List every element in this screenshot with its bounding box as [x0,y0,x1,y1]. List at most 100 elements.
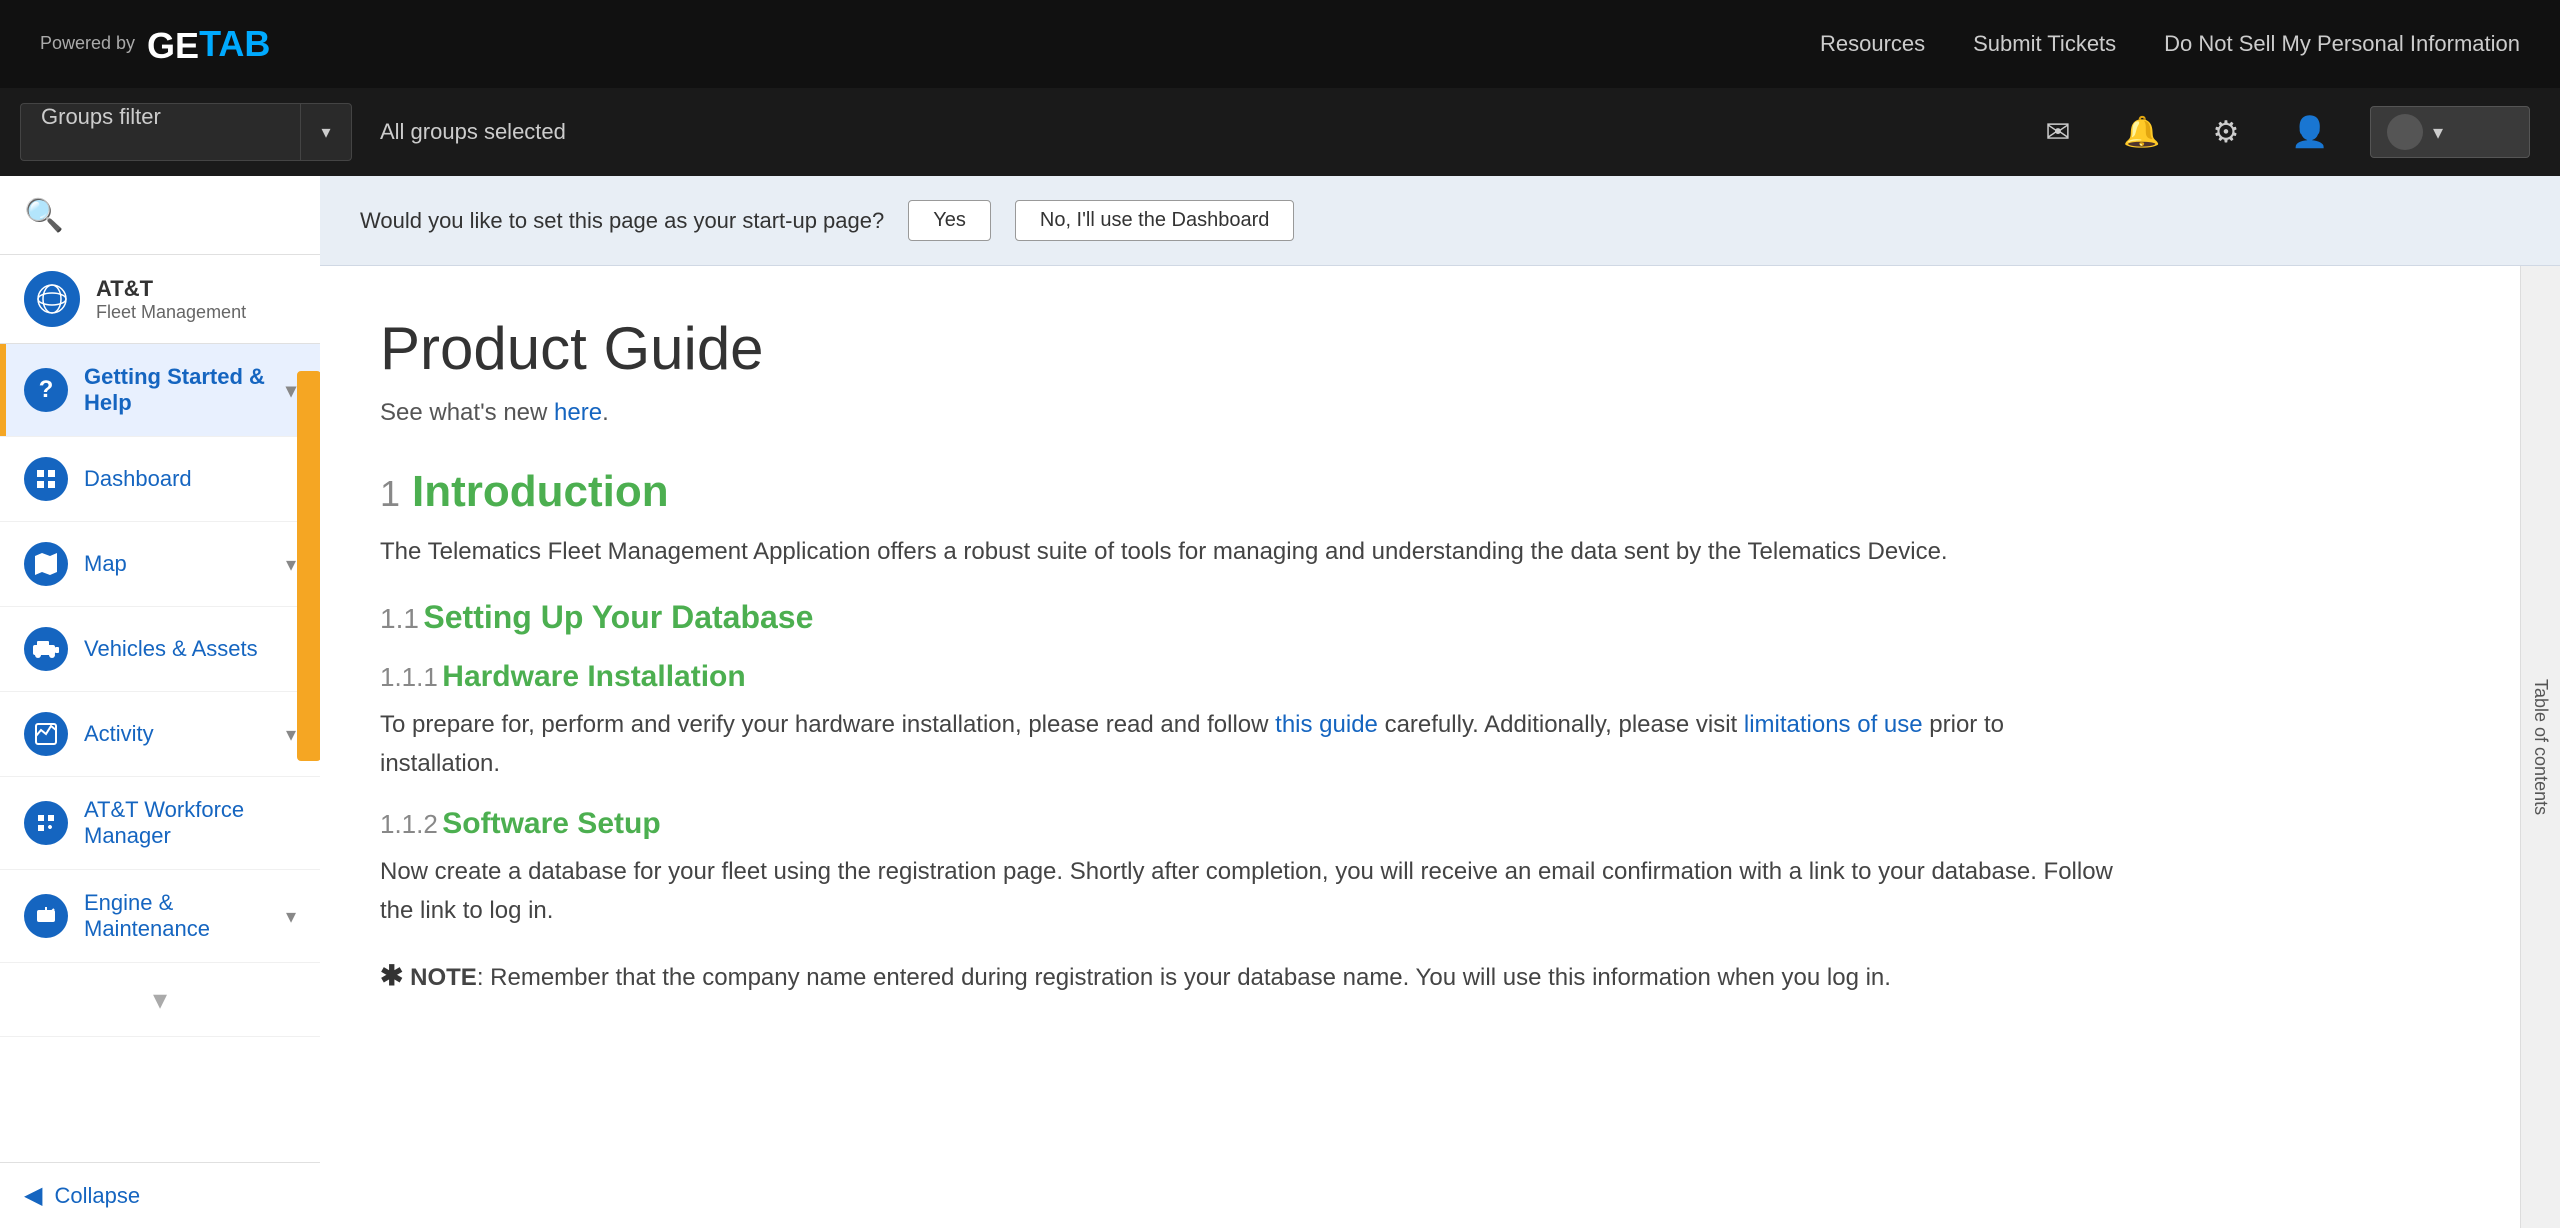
chevron-down-icon: ▾ [2433,120,2443,145]
sidebar-scroll-indicator [297,371,320,761]
chevron-down-icon: ▾ [286,378,296,403]
sidebar-item-label: Activity [84,721,286,747]
bell-icon: 🔔 [2123,115,2160,150]
startup-question: Would you like to set this page as your … [360,208,884,234]
vehicles-icon [24,627,68,671]
sidebar-item-dashboard[interactable]: Dashboard [0,437,320,522]
section-1-1-2-title: Software Setup [442,807,660,840]
section-1-1-title: Setting Up Your Database [423,599,813,635]
mail-icon-btn[interactable]: ✉ [2034,108,2082,156]
groups-filter-dropdown-btn[interactable]: ▾ [300,103,352,161]
here-link[interactable]: here [554,399,602,426]
gear-icon: ⚙ [2213,115,2240,150]
engine-icon [24,894,68,938]
user-account-btn[interactable]: ▾ [2370,106,2530,158]
content-area: Would you like to set this page as your … [320,176,2560,1228]
mail-icon: ✉ [2045,115,2070,150]
sidebar: 🔍 AT&T Fleet Management ? [0,176,320,1228]
more-icon: ▾ [153,983,167,1016]
dashboard-icon [24,457,68,501]
section-1-1-1-num: 1.1.1 [380,662,438,692]
note-block: ✱ NOTE: Remember that the company name e… [380,954,2120,999]
collapse-icon: ◀ [24,1181,42,1210]
sidebar-item-map[interactable]: Map ▾ [0,522,320,607]
sidebar-item-label: Engine & Maintenance [84,890,286,942]
groups-filter-input[interactable]: Groups filter [20,103,300,161]
all-groups-selected-text: All groups selected [380,119,566,145]
yes-button[interactable]: Yes [908,200,991,241]
sidebar-item-label: Dashboard [84,466,296,492]
section-1-1-2-header: 1.1.2 Software Setup [380,807,2120,841]
sidebar-item-getting-started[interactable]: ? Getting Started & Help ▾ [0,344,320,437]
geotab-logo-icon: GEO [147,22,199,66]
sidebar-item-label: Vehicles & Assets [84,636,296,662]
gear-icon-btn[interactable]: ⚙ [2202,108,2250,156]
map-icon [24,542,68,586]
section-1-1-1-body: To prepare for, perform and verify your … [380,706,2120,783]
sidebar-item-label: AT&T Workforce Manager [84,797,296,849]
section-1-1-2-body: Now create a database for your fleet usi… [380,853,2120,930]
getting-started-icon: ? [24,368,68,412]
chevron-down-icon: ▾ [286,722,296,747]
section-1-1-header: 1.1 Setting Up Your Database [380,599,2120,636]
second-bar: Groups filter ▾ All groups selected ✉ 🔔 … [0,88,2560,176]
user-icon: 👤 [2291,115,2328,150]
note-bold: NOTE [410,964,477,991]
att-logo-icon [24,271,80,327]
geotab-brand: TAB [199,23,270,65]
workforce-icon [24,801,68,845]
table-of-contents-btn[interactable]: Table of contents [2520,266,2560,1228]
groups-filter-container: Groups filter ▾ [20,103,352,161]
sidebar-collapse-btn[interactable]: ◀ Collapse [0,1162,320,1228]
second-bar-right: ✉ 🔔 ⚙ 👤 ▾ [2034,106,2560,158]
sidebar-item-vehicles[interactable]: Vehicles & Assets [0,607,320,692]
sidebar-nav: ? Getting Started & Help ▾ Dashboard Map… [0,344,320,1162]
sidebar-search-area[interactable]: 🔍 [0,176,320,255]
top-nav: Powered by GEO TAB Resources Submit Tick… [0,0,2560,88]
chevron-down-icon: ▾ [286,904,296,929]
section-1-body: The Telematics Fleet Management Applicat… [380,533,2120,571]
logo-area: Powered by GEO TAB [40,22,270,66]
sidebar-company-area: AT&T Fleet Management [0,255,320,344]
sidebar-item-more[interactable]: ▾ [0,963,320,1037]
product-guide-subtitle: See what's new here. [380,399,2120,427]
user-icon-btn[interactable]: 👤 [2286,108,2334,156]
sidebar-item-engine[interactable]: Engine & Maintenance ▾ [0,870,320,963]
this-guide-link[interactable]: this guide [1275,711,1378,738]
section-1-1-1-title: Hardware Installation [442,660,745,693]
company-name: AT&T [96,276,246,302]
startup-bar: Would you like to set this page as your … [320,176,2560,266]
no-dashboard-button[interactable]: No, I'll use the Dashboard [1015,200,1295,241]
collapse-label: Collapse [54,1183,140,1209]
section-1-header: 1 Introduction [380,467,2120,517]
section-1-num: 1 [380,473,400,515]
section-1-1-1-header: 1.1.1 Hardware Installation [380,660,2120,694]
main-layout: 🔍 AT&T Fleet Management ? [0,176,2560,1228]
resources-link[interactable]: Resources [1820,31,1925,57]
sidebar-item-label: Map [84,551,286,577]
chevron-down-icon: ▾ [286,552,296,577]
note-star: ✱ [380,960,403,991]
company-sub: Fleet Management [96,302,246,323]
activity-icon [24,712,68,756]
product-guide-content: Product Guide See what's new here. 1 Int… [380,314,2180,999]
sidebar-item-label: Getting Started & Help [84,364,286,416]
section-1-1-2-num: 1.1.2 [380,809,438,839]
section-1-1-num: 1.1 [380,603,419,634]
limitations-link[interactable]: limitations of use [1744,711,1923,738]
powered-by-text: Powered by [40,34,135,54]
section-1-title: Introduction [412,467,669,517]
sidebar-item-activity[interactable]: Activity ▾ [0,692,320,777]
user-avatar-area [2387,114,2423,150]
att-circle-icon [34,281,70,317]
bell-icon-btn[interactable]: 🔔 [2118,108,2166,156]
product-guide-title: Product Guide [380,314,2120,383]
search-icon[interactable]: 🔍 [24,197,64,233]
content-scroll[interactable]: Table of contents Product Guide See what… [320,266,2560,1228]
top-nav-links: Resources Submit Tickets Do Not Sell My … [1820,31,2520,57]
submit-tickets-link[interactable]: Submit Tickets [1973,31,2116,57]
active-bar [0,344,6,436]
do-not-sell-link[interactable]: Do Not Sell My Personal Information [2164,31,2520,57]
svg-text:GEO: GEO [147,25,199,66]
sidebar-item-workforce[interactable]: AT&T Workforce Manager [0,777,320,870]
